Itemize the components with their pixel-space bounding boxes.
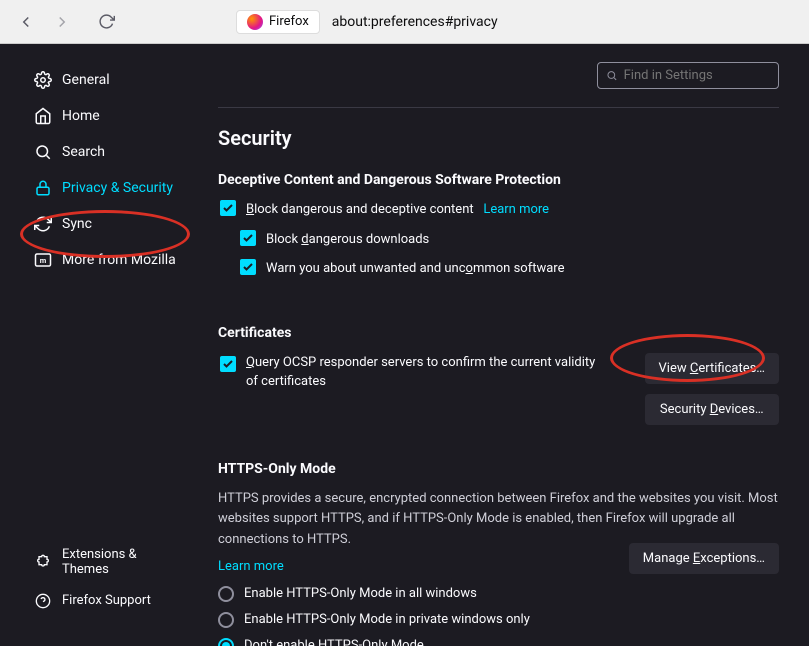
view-certificates-button[interactable]: View Certificates…: [645, 353, 779, 384]
sidebar-item-home[interactable]: Home: [0, 98, 200, 134]
sidebar-item-support[interactable]: Firefox Support: [0, 585, 200, 616]
sync-icon: [34, 215, 52, 233]
help-icon: [34, 593, 52, 609]
puzzle-icon: [34, 554, 52, 570]
learn-more-link[interactable]: Learn more: [483, 202, 549, 217]
checkbox-block-downloads[interactable]: [240, 230, 256, 246]
sidebar-item-label: Sync: [62, 216, 92, 232]
identity-label: Firefox: [269, 14, 309, 29]
browser-toolbar: Firefox about:preferences#privacy: [0, 0, 809, 44]
https-private-row[interactable]: Enable HTTPS-Only Mode in private window…: [218, 612, 779, 628]
sidebar-item-label: Firefox Support: [62, 593, 151, 608]
sidebar-item-more-mozilla[interactable]: m More from Mozilla: [0, 242, 200, 278]
svg-text:m: m: [40, 256, 47, 265]
warn-uncommon-row[interactable]: Warn you about unwanted and uncommon sof…: [218, 259, 779, 279]
preferences-body: General Home Search Privacy & Security S…: [0, 44, 809, 646]
https-off-label: Don't enable HTTPS-Only Mode: [244, 638, 424, 646]
url-text[interactable]: about:preferences#privacy: [326, 11, 504, 33]
search-icon: [606, 69, 618, 82]
home-icon: [34, 107, 52, 125]
certificates-heading: Certificates: [218, 325, 779, 341]
checkbox-ocsp[interactable]: [220, 356, 236, 372]
preferences-main: Security Deceptive Content and Dangerous…: [200, 44, 809, 646]
lock-icon: [34, 179, 52, 197]
sidebar-item-addons[interactable]: Extensions & Themes: [0, 539, 200, 585]
gear-icon: [34, 71, 52, 89]
address-bar[interactable]: Firefox about:preferences#privacy: [236, 10, 504, 34]
block-downloads-row[interactable]: Block dangerous downloads: [218, 230, 779, 250]
back-button[interactable]: [10, 6, 42, 38]
ocsp-row[interactable]: Query OCSP responder servers to confirm …: [218, 353, 625, 392]
sidebar-item-sync[interactable]: Sync: [0, 206, 200, 242]
https-heading: HTTPS-Only Mode: [218, 461, 779, 477]
sidebar-item-label: Home: [62, 108, 100, 124]
sidebar-item-privacy[interactable]: Privacy & Security: [0, 170, 200, 206]
deceptive-heading: Deceptive Content and Dangerous Software…: [218, 172, 779, 188]
site-identity-pill[interactable]: Firefox: [236, 10, 320, 34]
settings-search-box[interactable]: [597, 62, 779, 89]
https-off-row[interactable]: Don't enable HTTPS-Only Mode: [218, 638, 779, 646]
sidebar-item-label: Search: [62, 144, 105, 160]
radio-https-private[interactable]: [218, 612, 234, 628]
sidebar-item-label: More from Mozilla: [62, 252, 176, 268]
mozilla-icon: m: [34, 251, 52, 269]
firefox-logo-icon: [247, 14, 263, 30]
forward-button[interactable]: [46, 6, 78, 38]
security-devices-button[interactable]: Security Devices…: [645, 394, 779, 425]
block-deceptive-row[interactable]: Block dangerous and deceptive content Le…: [218, 200, 779, 220]
warn-uncommon-label: Warn you about unwanted and uncommon sof…: [266, 259, 565, 279]
sidebar-item-label: Privacy & Security: [62, 180, 173, 196]
radio-https-all[interactable]: [218, 586, 234, 602]
section-divider: [218, 107, 779, 108]
sidebar-item-label: Extensions & Themes: [62, 547, 184, 577]
sidebar-item-label: General: [62, 72, 110, 88]
https-all-row[interactable]: Enable HTTPS-Only Mode in all windows: [218, 586, 779, 602]
manage-exceptions-button[interactable]: Manage Exceptions…: [629, 543, 779, 574]
https-all-label: Enable HTTPS-Only Mode in all windows: [244, 586, 477, 601]
checkbox-block-deceptive[interactable]: [220, 200, 236, 216]
settings-search-input[interactable]: [624, 68, 770, 83]
radio-https-off[interactable]: [218, 638, 234, 646]
checkbox-warn-uncommon[interactable]: [240, 259, 256, 275]
ocsp-label: Query OCSP responder servers to confirm …: [246, 353, 606, 392]
block-downloads-label: Block dangerous downloads: [266, 230, 429, 250]
sidebar-bottom: Extensions & Themes Firefox Support: [0, 539, 200, 636]
https-private-label: Enable HTTPS-Only Mode in private window…: [244, 612, 530, 627]
sidebar-item-general[interactable]: General: [0, 62, 200, 98]
reload-button[interactable]: [90, 6, 122, 38]
category-sidebar: General Home Search Privacy & Security S…: [0, 44, 200, 646]
search-icon: [34, 143, 52, 161]
block-deceptive-label: Block dangerous and deceptive content Le…: [246, 200, 549, 220]
sidebar-item-search[interactable]: Search: [0, 134, 200, 170]
page-heading: Security: [218, 126, 779, 150]
